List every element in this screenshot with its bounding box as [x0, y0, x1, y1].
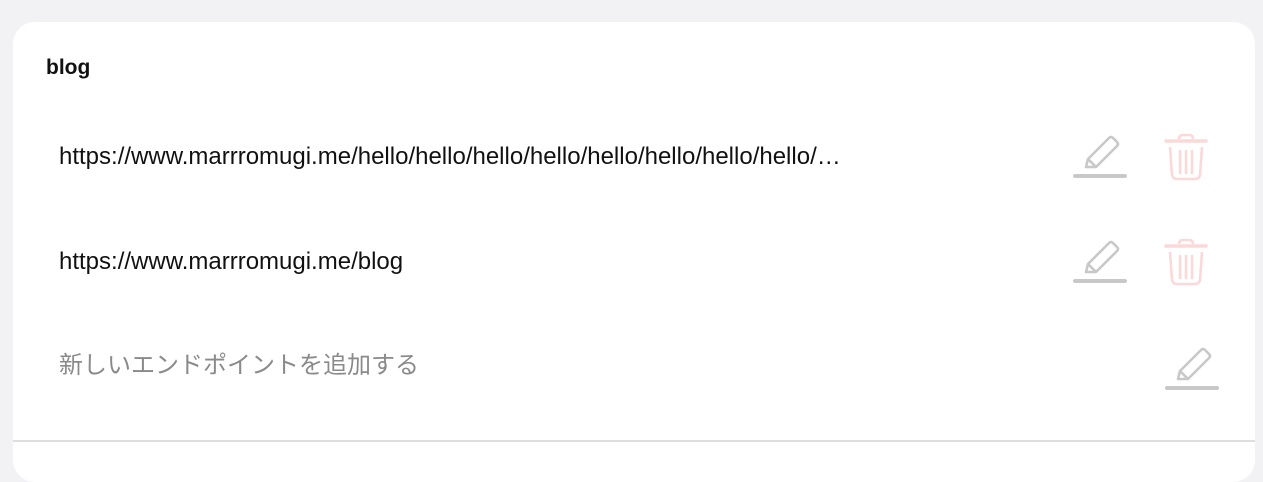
delete-endpoint-button[interactable]: [1158, 129, 1214, 185]
add-endpoint-button[interactable]: [1164, 341, 1220, 397]
edit-endpoint-button[interactable]: [1072, 234, 1128, 290]
pencil-icon: [1073, 135, 1127, 178]
section-divider: [13, 440, 1255, 442]
endpoint-row: https://www.marrromugi.me/hello/hello/he…: [13, 112, 1255, 202]
endpoint-group-card: blog https://www.marrromugi.me/hello/hel…: [13, 22, 1255, 482]
delete-endpoint-button[interactable]: [1158, 234, 1214, 290]
trash-icon: [1164, 133, 1208, 181]
endpoint-url: https://www.marrromugi.me/blog: [59, 248, 404, 275]
trash-icon: [1164, 238, 1208, 286]
new-endpoint-input[interactable]: [53, 347, 1145, 385]
edit-endpoint-button[interactable]: [1072, 129, 1128, 185]
endpoint-row: https://www.marrromugi.me/blog: [13, 217, 1255, 307]
endpoint-url: https://www.marrromugi.me/hello/hello/he…: [59, 143, 841, 170]
group-title: blog: [46, 56, 91, 79]
new-endpoint-row: [13, 321, 1255, 411]
pencil-icon: [1165, 347, 1219, 390]
pencil-icon: [1073, 240, 1127, 283]
